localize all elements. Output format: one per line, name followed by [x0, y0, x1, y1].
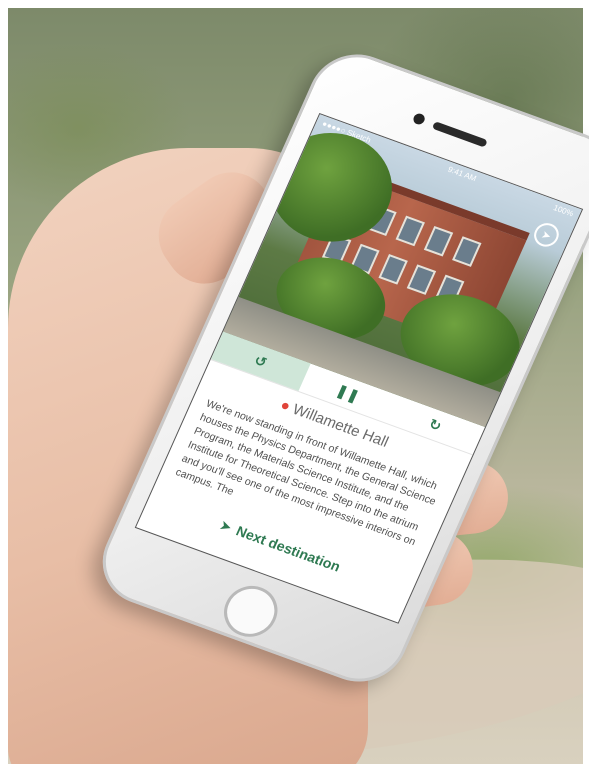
building-window [378, 254, 408, 285]
smartphone: ●●●●○ Sketch 9:41 AM 100% ➤ ↺ ❚❚ ↻ ●Will… [87, 41, 589, 695]
compass-icon[interactable]: ➤ [530, 219, 563, 250]
building-window [452, 236, 482, 267]
app-screen: ●●●●○ Sketch 9:41 AM 100% ➤ ↺ ❚❚ ↻ ●Will… [134, 112, 584, 624]
phone-wrapper: ●●●●○ Sketch 9:41 AM 100% ➤ ↺ ❚❚ ↻ ●Will… [0, 0, 589, 772]
building-window [406, 264, 437, 295]
home-button[interactable] [215, 578, 286, 645]
navigation-arrow-icon: ➤ [217, 516, 235, 536]
front-camera [411, 112, 427, 126]
building-window [395, 215, 425, 247]
earpiece-speaker [431, 121, 488, 148]
building-window [423, 225, 454, 257]
